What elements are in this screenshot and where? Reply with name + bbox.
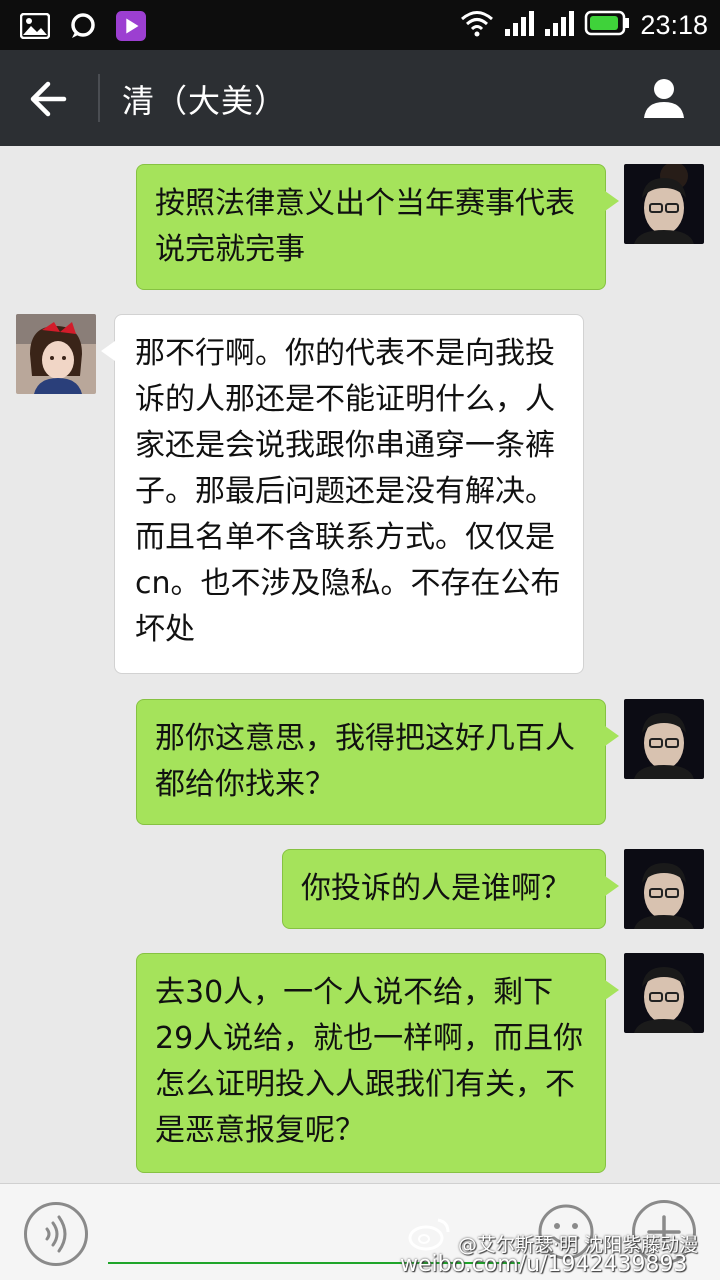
avatar-self[interactable] xyxy=(624,849,704,929)
message-bubble-outgoing[interactable]: 去30人，一个人说不给，剩下29人说给，就也一样啊，而且你怎么证明投入人跟我们有… xyxy=(136,953,619,1173)
profile-button[interactable] xyxy=(642,76,686,120)
voice-icon xyxy=(45,1215,67,1253)
avatar-self[interactable] xyxy=(624,953,704,1033)
clock: 23:18 xyxy=(640,9,708,40)
voice-button[interactable] xyxy=(24,1202,88,1266)
signal-icon xyxy=(504,9,535,41)
chat-title: 清（大美） xyxy=(122,82,288,120)
message-bubble-outgoing[interactable]: 按照法律意义出个当年赛事代表说完就完事 xyxy=(136,164,619,290)
back-arrow-icon xyxy=(30,81,67,117)
message-text: 去30人，一个人说不给，剩下29人说给，就也一样啊，而且你怎么证明投入人跟我们有… xyxy=(155,975,584,1148)
avatar-self[interactable] xyxy=(624,699,704,779)
chat-header: 清（大美） xyxy=(0,50,720,146)
message-text: 那你这意思，我得把这好几百人都给你找来？ xyxy=(155,721,575,802)
gallery-icon xyxy=(20,11,50,41)
message-text: 那不行啊。你的代表不是向我投诉的人那还是不能证明什么，人家还是会说我跟你串通穿一… xyxy=(135,336,561,647)
wifi-icon xyxy=(460,9,494,41)
watermark-url: weibo.com/u/1942439893 xyxy=(400,1252,688,1277)
signal-icon xyxy=(544,9,575,41)
weibo-logo-icon xyxy=(408,1216,452,1252)
avatar-contact[interactable] xyxy=(16,314,96,394)
header-divider xyxy=(98,74,100,122)
chat-notification-icon xyxy=(68,11,98,41)
message-bubble-outgoing[interactable]: 你投诉的人是谁啊？ xyxy=(282,849,619,929)
back-button[interactable] xyxy=(26,76,72,122)
profile-icon xyxy=(644,79,684,118)
avatar-self[interactable] xyxy=(624,164,704,244)
video-app-icon xyxy=(116,11,146,41)
message-text: 按照法律意义出个当年赛事代表说完就完事 xyxy=(155,186,575,267)
message-bubble-outgoing[interactable]: 那你这意思，我得把这好几百人都给你找来？ xyxy=(136,699,619,825)
battery-icon xyxy=(584,10,630,40)
status-bar: 23:18 xyxy=(0,0,720,50)
message-text: 你投诉的人是谁啊？ xyxy=(301,871,571,906)
message-bubble-incoming[interactable]: 那不行啊。你的代表不是向我投诉的人那还是不能证明什么，人家还是会说我跟你串通穿一… xyxy=(101,314,584,674)
